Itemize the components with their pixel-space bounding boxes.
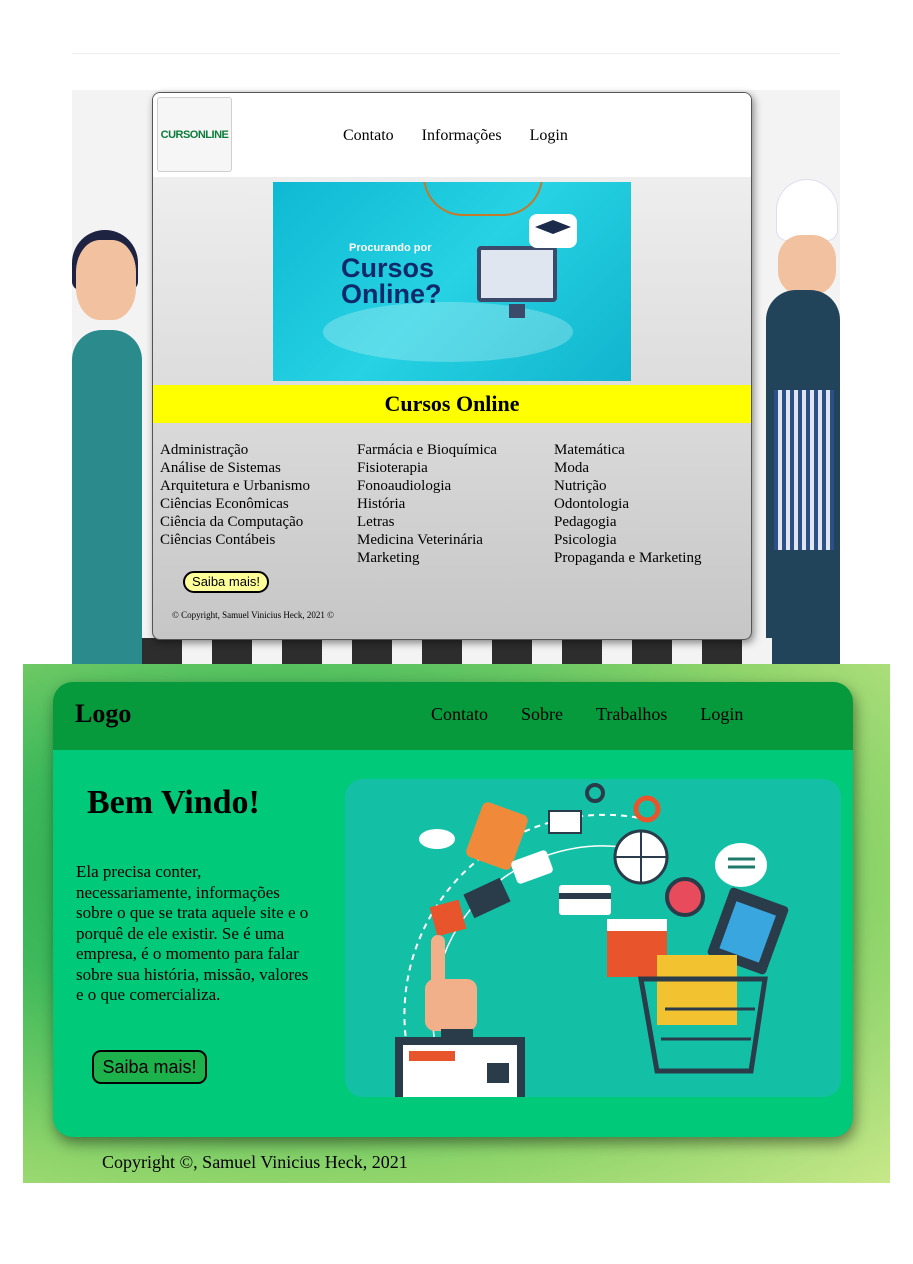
section-title: Cursos Online bbox=[153, 385, 751, 423]
course-item: Farmácia e Bioquímica bbox=[357, 442, 497, 458]
course-item: Moda bbox=[554, 460, 589, 476]
course-item: Ciência da Computação bbox=[160, 514, 304, 530]
course-item: Análise de Sistemas bbox=[160, 460, 281, 476]
welcome-heading: Bem Vindo! bbox=[87, 784, 260, 821]
courses-site-card: CURSONLINE Contato Informações Login Pro… bbox=[152, 92, 752, 640]
banner-big-text: Cursos Online? bbox=[341, 253, 442, 309]
tag-icon bbox=[511, 850, 553, 884]
site1-nav: Contato Informações Login bbox=[343, 127, 568, 145]
nav-contato[interactable]: Contato bbox=[343, 127, 394, 145]
credit-card-icon bbox=[559, 885, 611, 915]
saiba-mais-button[interactable]: Saiba mais! bbox=[92, 1050, 207, 1084]
courses-column-1: Administração Análise de Sistemas Arquit… bbox=[160, 441, 310, 549]
welcome-paragraph: Ela precisa conter, necessariamente, inf… bbox=[76, 862, 309, 1004]
course-item: Arquitetura e Urbanismo bbox=[160, 478, 310, 494]
cloud-icon bbox=[419, 829, 455, 849]
course-item: Marketing bbox=[357, 550, 420, 566]
site2-background: Logo Contato Sobre Trabalhos Login Bem V… bbox=[23, 664, 890, 1183]
course-item: História bbox=[357, 496, 406, 512]
nav-informacoes[interactable]: Informações bbox=[422, 127, 502, 145]
course-item: Matemática bbox=[554, 442, 625, 458]
course-item: Psicologia bbox=[554, 532, 617, 548]
magnifier-icon bbox=[665, 877, 705, 917]
welcome-site-card: Logo Contato Sobre Trabalhos Login Bem V… bbox=[53, 682, 853, 1137]
course-item: Letras bbox=[357, 514, 395, 530]
chat-icon bbox=[715, 843, 767, 887]
online-courses-banner: Procurando por Cursos Online? bbox=[273, 182, 631, 381]
nav-trabalhos[interactable]: Trabalhos bbox=[596, 704, 667, 725]
courses-column-2: Farmácia e Bioquímica Fisioterapia Fonoa… bbox=[357, 441, 497, 567]
nav-login[interactable]: Login bbox=[530, 127, 568, 145]
course-item: Ciências Contábeis bbox=[160, 532, 276, 548]
package-icon bbox=[657, 955, 737, 1025]
monitor-icon bbox=[477, 246, 557, 302]
course-item: Odontologia bbox=[554, 496, 629, 512]
site1-header: CURSONLINE Contato Informações Login bbox=[153, 93, 751, 177]
shopping-bag-icon bbox=[429, 899, 467, 937]
nav-login[interactable]: Login bbox=[700, 704, 743, 725]
course-item: Nutrição bbox=[554, 478, 607, 494]
site2-logo[interactable]: Logo bbox=[75, 699, 131, 729]
courses-column-3: Matemática Moda Nutrição Odontologia Ped… bbox=[554, 441, 701, 567]
nav-sobre[interactable]: Sobre bbox=[521, 704, 563, 725]
saiba-mais-button[interactable]: Saiba mais! bbox=[183, 571, 269, 593]
course-item: Fonoaudiologia bbox=[357, 478, 452, 494]
nav-contato[interactable]: Contato bbox=[431, 704, 488, 725]
site2-header: Logo Contato Sobre Trabalhos Login bbox=[53, 682, 853, 750]
site2-copyright: Copyright ©, Samuel Vinicius Heck, 2021 bbox=[102, 1152, 408, 1172]
truck-icon bbox=[463, 877, 511, 919]
course-item: Administração bbox=[160, 442, 249, 458]
laptop-icon bbox=[395, 1037, 525, 1097]
site1-logo[interactable]: CURSONLINE bbox=[157, 97, 232, 172]
site2-nav: Contato Sobre Trabalhos Login bbox=[431, 704, 743, 725]
course-item: Propaganda e Marketing bbox=[554, 550, 702, 566]
course-item: Pedagogia bbox=[554, 514, 617, 530]
course-item: Fisioterapia bbox=[357, 460, 428, 476]
site1-copyright: © Copyright, Samuel Vinicius Heck, 2021 … bbox=[172, 610, 334, 620]
ecommerce-illustration bbox=[345, 779, 841, 1097]
course-item: Ciências Econômicas bbox=[160, 496, 289, 512]
feet-row bbox=[142, 638, 772, 664]
course-item: Medicina Veterinária bbox=[357, 532, 483, 548]
top-divider bbox=[72, 53, 840, 54]
globe-icon bbox=[613, 829, 669, 885]
chef-illustration bbox=[777, 180, 837, 240]
envelope-icon bbox=[548, 810, 582, 834]
